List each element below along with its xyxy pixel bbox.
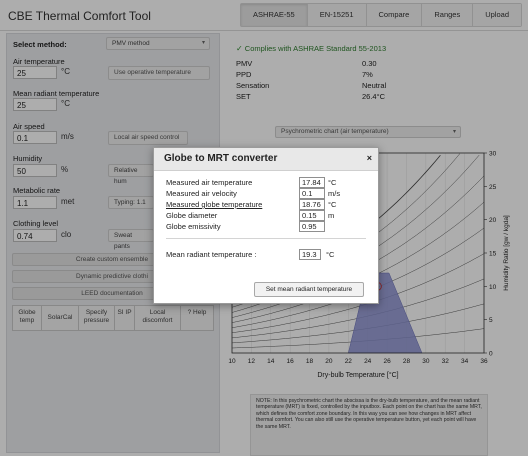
- air-temp-row-label: Measured air temperature: [166, 178, 253, 187]
- close-icon[interactable]: ×: [367, 153, 372, 163]
- globe-diameter-row-unit: m: [328, 211, 335, 220]
- measured-air-velocity-input[interactable]: 0.1: [299, 188, 325, 199]
- measured-air-temp-input[interactable]: 17.84: [299, 177, 325, 188]
- mrt-result-unit: °C: [326, 250, 335, 259]
- globe-diameter-row-label: Globe diameter: [166, 211, 218, 220]
- mrt-result-label: Mean radiant temperature :: [166, 250, 257, 259]
- mrt-result-value: 19.3: [299, 249, 321, 260]
- globe-mrt-dialog: Globe to MRT converter × Measured air te…: [153, 147, 379, 304]
- globe-emissivity-row-label: Globe emissivity: [166, 222, 221, 231]
- set-mrt-button[interactable]: Set mean radiant temperature: [254, 282, 364, 297]
- dialog-header: Globe to MRT converter ×: [154, 148, 378, 171]
- air-velocity-row-unit: m/s: [328, 189, 341, 198]
- measured-globe-temp-input[interactable]: 18.76: [299, 199, 325, 210]
- globe-temp-row-unit: °C: [328, 200, 337, 209]
- dialog-title: Globe to MRT converter: [164, 153, 278, 164]
- globe-temp-row-label: Measured globe temperature: [166, 200, 263, 209]
- globe-diameter-input[interactable]: 0.15: [299, 210, 325, 221]
- globe-emissivity-input[interactable]: 0.95: [299, 221, 325, 232]
- air-velocity-row-label: Measured air velocity: [166, 189, 237, 198]
- air-temp-row-unit: °C: [328, 178, 337, 187]
- dialog-divider: [166, 238, 366, 239]
